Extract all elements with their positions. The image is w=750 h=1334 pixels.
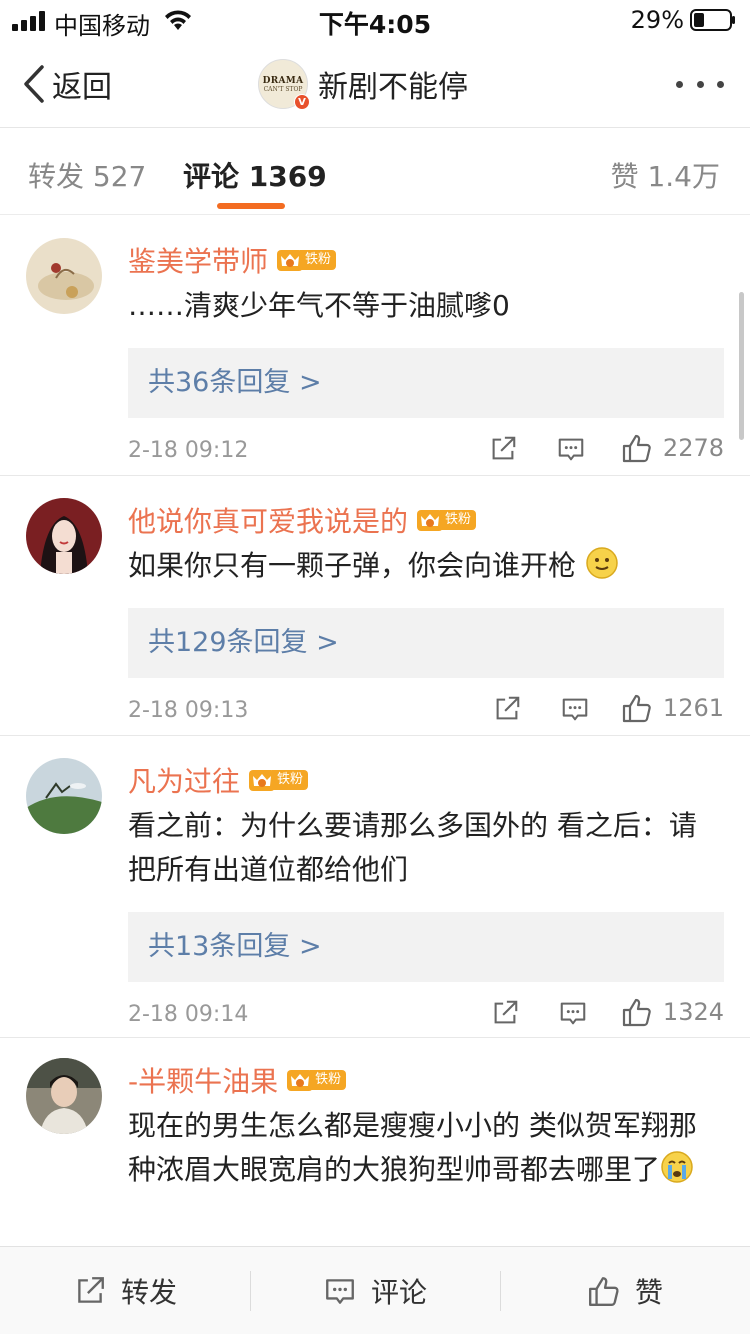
fan-badge: 铁粉 (248, 768, 309, 792)
bottom-action-bar: 转发 评论 赞 (0, 1246, 750, 1334)
comment-text: ……清爽少年气不等于油腻嗲0 (128, 289, 510, 322)
comment-text-content: 现在的男生怎么都是瘦瘦小小的 类似贺军翔那种浓眉大眼宽肩的大狼狗型帅哥都去哪里了 (128, 1109, 697, 1186)
repost-button[interactable]: 转发 (0, 1247, 250, 1334)
comment-item: 他说你真可爱我说是的 铁粉 如果你只有一颗子弹，你会向谁开枪 共129条回复 >… (0, 476, 750, 736)
thumbs-up-icon (621, 996, 653, 1028)
active-tab-indicator (217, 203, 285, 209)
fan-badge-label: 铁粉 (440, 510, 477, 530)
thumbs-up-icon (621, 692, 653, 724)
comment-icon (323, 1274, 357, 1308)
reply-icon[interactable] (558, 998, 588, 1032)
tab-likes[interactable]: 赞 1.4万 (611, 155, 720, 195)
fan-badge-label: 铁粉 (310, 1070, 347, 1090)
avatar-logo-text: DRAMA (262, 75, 304, 86)
crying-emoji-icon (661, 1151, 693, 1183)
like-button[interactable]: 1324 (621, 996, 724, 1028)
comment-username[interactable]: 凡为过往 (128, 760, 240, 800)
like-count: 1261 (662, 694, 724, 722)
share-icon (73, 1274, 107, 1308)
avatar-logo-subtext: CAN'T STOP (263, 85, 303, 93)
view-replies-link[interactable]: 共36条回复 > (128, 348, 724, 418)
status-bar: 中国移动 下午4:05 29% (0, 0, 750, 40)
avatar[interactable] (26, 1058, 102, 1134)
share-icon[interactable] (492, 694, 522, 728)
battery-percentage: 29% (630, 6, 684, 34)
comment-item: 凡为过往 铁粉 看之前：为什么要请那么多国外的 看之后：请把所有出道位都给他们 … (0, 736, 750, 1038)
scrollbar[interactable] (739, 292, 744, 440)
comment-username[interactable]: 鉴美学带师 (128, 240, 268, 280)
share-icon[interactable] (488, 434, 518, 468)
comment-text: 看之前：为什么要请那么多国外的 看之后：请把所有出道位都给他们 (128, 809, 697, 886)
fan-badge: 铁粉 (416, 508, 477, 532)
avatar[interactable] (26, 758, 102, 834)
battery-icon (690, 9, 735, 31)
view-replies-link[interactable]: 共129条回复 > (128, 608, 724, 678)
navigation-bar: 返回 DRAMA CAN'T STOP V 新剧不能停 (0, 40, 750, 128)
comment-username[interactable]: 他说你真可爱我说是的 (128, 500, 408, 540)
tab-comments[interactable]: 评论 1369 (183, 155, 327, 195)
like-button[interactable]: 2278 (621, 432, 724, 464)
tab-bar: 转发 527 评论 1369 赞 1.4万 (0, 129, 750, 215)
fan-badge-label: 铁粉 (272, 770, 309, 790)
tab-repost[interactable]: 转发 527 (28, 155, 146, 195)
share-icon[interactable] (490, 998, 520, 1032)
comment-text-content: 如果你只有一颗子弹，你会向谁开枪 (128, 549, 577, 582)
comment-button[interactable]: 评论 (250, 1247, 500, 1334)
comment-timestamp: 2-18 09:14 (128, 1002, 249, 1027)
like-button-bottom[interactable]: 赞 (500, 1247, 750, 1334)
chevron-left-icon (24, 65, 44, 103)
comment-text: 现在的男生怎么都是瘦瘦小小的 类似贺军翔那种浓眉大眼宽肩的大狼狗型帅哥都去哪里了 (128, 1104, 724, 1192)
thumbs-up-icon (587, 1274, 621, 1308)
avatar[interactable] (26, 238, 102, 314)
back-button[interactable]: 返回 (22, 62, 112, 106)
like-count: 1324 (662, 998, 724, 1026)
fan-badge: 铁粉 (286, 1068, 347, 1092)
repost-label: 转发 (120, 1275, 177, 1309)
smile-emoji-icon (586, 547, 618, 579)
fan-badge-label: 铁粉 (300, 250, 337, 270)
comment-timestamp: 2-18 09:12 (128, 438, 249, 463)
comment-list: 鉴美学带师 铁粉 ……清爽少年气不等于油腻嗲0 共36条回复 > 2-18 09… (0, 216, 750, 1246)
like-label: 赞 (634, 1275, 663, 1309)
comment-item: 鉴美学带师 铁粉 ……清爽少年气不等于油腻嗲0 共36条回复 > 2-18 09… (0, 216, 750, 476)
like-count: 2278 (662, 434, 724, 462)
back-label: 返回 (52, 70, 112, 105)
thumbs-up-icon (621, 432, 653, 464)
like-button[interactable]: 1261 (621, 692, 724, 724)
comment-text: 如果你只有一颗子弹，你会向谁开枪 (128, 544, 724, 588)
account-header[interactable]: DRAMA CAN'T STOP V 新剧不能停 (258, 58, 468, 110)
comment-username[interactable]: -半颗牛油果 (128, 1060, 278, 1100)
comment-timestamp: 2-18 09:13 (128, 698, 249, 723)
avatar[interactable] (26, 498, 102, 574)
view-replies-link[interactable]: 共13条回复 > (128, 912, 724, 982)
fan-badge: 铁粉 (276, 248, 337, 272)
reply-icon[interactable] (560, 694, 590, 728)
comment-label: 评论 (370, 1275, 427, 1309)
reply-icon[interactable] (556, 434, 586, 468)
comment-item: -半颗牛油果 铁粉 现在的男生怎么都是瘦瘦小小的 类似贺军翔那种浓眉大眼宽肩的大… (0, 1038, 750, 1246)
verified-badge-icon: V (294, 94, 310, 110)
account-avatar[interactable]: DRAMA CAN'T STOP V (258, 59, 310, 110)
page-title: 新剧不能停 (318, 70, 468, 105)
more-options-icon[interactable] (676, 72, 724, 96)
